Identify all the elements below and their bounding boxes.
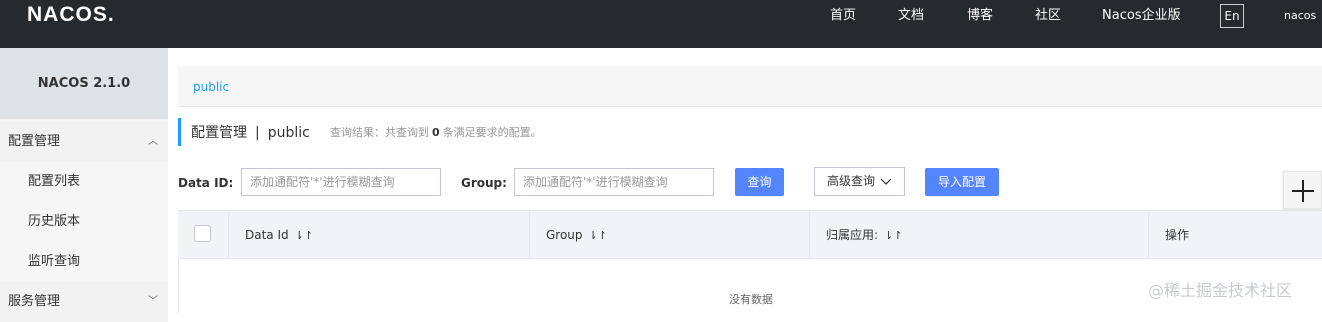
sidebar: NACOS 2.1.0 配置管理 ︿ 配置列表 历史版本 监听查询 服务管理 ﹀ [0,48,168,322]
column-title: 操作 [1165,228,1190,242]
nav-docs[interactable]: 文档 [898,7,924,25]
data-id-input[interactable] [241,168,441,196]
sort-icon[interactable]: ⇂↾ [884,229,902,242]
column-operations: 操作 [1149,211,1322,258]
sort-icon[interactable]: ⇂↾ [589,229,607,242]
title-accent-bar [178,118,181,146]
chevron-down-icon [880,168,892,205]
column-label: 归属应用: ⇂↾ [826,228,902,243]
menu-group-label: 配置管理 [8,134,61,149]
version-label: NACOS 2.1.0 [0,48,168,119]
language-switch-button[interactable]: En [1220,4,1244,28]
sort-icon[interactable]: ⇂↾ [295,229,313,242]
summary-count: 0 [432,126,440,139]
nav-home[interactable]: 首页 [830,7,856,25]
logo-text-c: OS [75,3,108,26]
advanced-query-label: 高级查询 [827,174,876,188]
top-navbar: NACOS. 首页 文档 博客 社区 Nacos企业版 En nacos [0,0,1322,48]
import-config-button[interactable]: 导入配置 [925,168,999,196]
column-title: 归属应用: [826,228,879,242]
sidebar-item-label: 配置列表 [28,174,81,189]
sidebar-item-config-list[interactable]: 配置列表 [0,162,168,202]
add-config-button[interactable] [1283,171,1322,209]
sidebar-item-label: 监听查询 [28,254,81,269]
menu-group-service-management[interactable]: 服务管理 ﹀ [0,282,168,322]
query-result-summary: 查询结果：共查询到 0 条满足要求的配置。 [330,126,542,140]
group-label: Group: [461,176,507,190]
page-title-text: 配置管理 [191,125,247,141]
logo-dot: . [107,3,115,26]
sidebar-item-listener-query[interactable]: 监听查询 [0,242,168,282]
summary-prefix: 查询结果：共查询到 [330,126,429,139]
select-all-checkbox[interactable] [194,225,211,242]
column-application[interactable]: 归属应用: ⇂↾ [810,211,1149,258]
nav-enterprise[interactable]: Nacos企业版 [1102,7,1181,25]
column-group[interactable]: Group ⇂↾ [530,211,810,258]
menu-group-config-management[interactable]: 配置管理 ︿ [0,122,168,162]
column-title: Group [546,228,583,242]
user-name[interactable]: nacos [1284,9,1316,23]
watermark: @稀土掘金技术社区 [1148,281,1293,300]
group-input[interactable] [514,168,714,196]
summary-suffix: 条满足要求的配置。 [442,126,542,139]
page-title-namespace: public [267,125,310,141]
logo-text-a: NA [27,3,60,26]
nav-blog[interactable]: 博客 [967,7,993,25]
nav-community[interactable]: 社区 [1035,7,1061,25]
column-label: Group ⇂↾ [546,228,607,243]
column-data-id[interactable]: Data Id ⇂↾ [229,211,530,258]
logo-text-b: C [59,3,76,26]
namespace-link-public[interactable]: public [193,80,229,94]
nacos-logo[interactable]: NACOS. [27,4,115,26]
namespace-bar: public [178,66,1322,107]
page-title: 配置管理 | public [191,124,310,142]
title-separator: | [255,125,260,141]
menu-group-label: 服务管理 [8,294,61,309]
sidebar-item-history[interactable]: 历史版本 [0,202,168,242]
chevron-up-icon: ︿ [148,136,158,147]
query-button[interactable]: 查询 [735,168,784,196]
data-id-label: Data ID: [178,176,234,190]
advanced-query-dropdown[interactable]: 高级查询 [814,167,905,196]
column-label: Data Id ⇂↾ [245,228,313,243]
sidebar-item-label: 历史版本 [28,214,81,229]
select-all-cell [178,211,229,258]
column-title: Data Id [245,228,289,242]
chevron-down-icon: ﹀ [148,296,158,307]
table-header: Data Id ⇂↾ Group ⇂↾ 归属应用: ⇂↾ 操作 [178,210,1322,259]
